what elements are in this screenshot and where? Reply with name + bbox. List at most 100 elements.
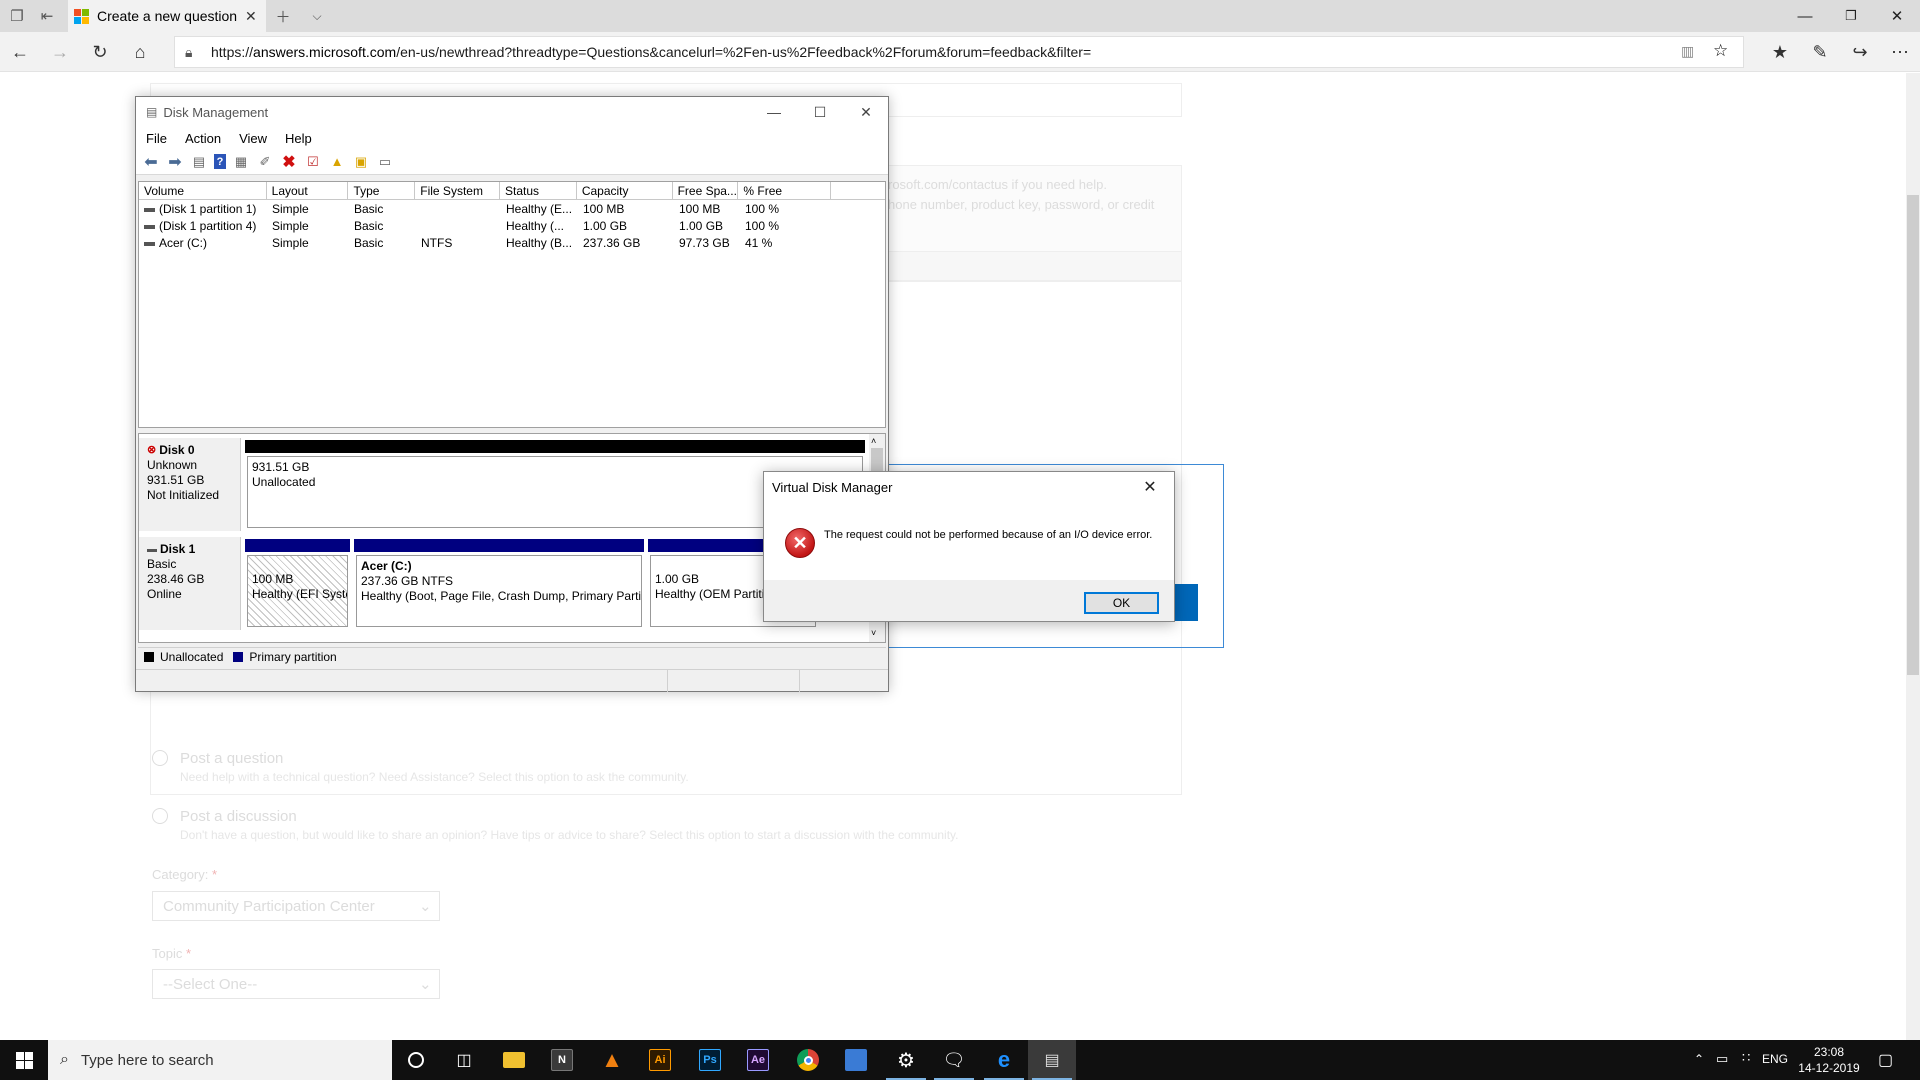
cortana-icon[interactable]: [392, 1040, 440, 1080]
folder-search-icon[interactable]: ▣: [352, 153, 370, 171]
properties-icon[interactable]: ▦: [232, 153, 250, 171]
scroll-up-icon[interactable]: ˄: [871, 436, 876, 446]
feedback-hub-icon[interactable]: 🗨︎: [930, 1040, 978, 1080]
volume-capacity: 237.36 GB: [583, 236, 641, 250]
post-question-desc: Need help with a technical question? Nee…: [180, 770, 689, 784]
disk0-label[interactable]: ⊗ Disk 0 Unknown 931.51 GB Not Initialize…: [139, 438, 241, 531]
col-status[interactable]: Status: [500, 182, 577, 200]
disk1-efi-partition[interactable]: 100 MB Healthy (EFI Syste: [247, 555, 348, 627]
disk0-name: Disk 0: [159, 443, 195, 457]
start-button[interactable]: [0, 1040, 48, 1080]
clock-date: 14-12-2019: [1798, 1061, 1860, 1075]
disk1-c-partition[interactable]: Acer (C:) 237.36 GB NTFS Healthy (Boot, …: [356, 555, 642, 627]
table-row[interactable]: Acer (C:) Simple Basic NTFS Healthy (B..…: [139, 235, 885, 252]
show-hidden-icons[interactable]: ⌃: [1694, 1052, 1704, 1066]
edge-icon[interactable]: e: [980, 1040, 1028, 1080]
menu-action[interactable]: Action: [185, 131, 221, 146]
browser-tab-bar: ❐ ⇤ Create a new question c ✕ ＋ ⌵ — ❐ ✕: [0, 0, 1920, 32]
minimize-icon[interactable]: —: [751, 97, 797, 127]
menu-help[interactable]: Help: [285, 131, 312, 146]
console-tree-icon[interactable]: ▤: [190, 153, 208, 171]
maximize-icon[interactable]: ☐: [797, 97, 843, 127]
dm-menu-bar: File Action View Help: [136, 127, 888, 149]
error-icon: ✕: [785, 528, 815, 558]
col-free-space[interactable]: Free Spa...: [673, 182, 739, 200]
new-tab-icon[interactable]: ＋: [266, 0, 300, 32]
taskbar-search[interactable]: ⌕ Type here to search: [48, 1040, 392, 1080]
table-row[interactable]: (Disk 1 partition 4) Simple Basic Health…: [139, 218, 885, 235]
clock[interactable]: 23:08 14-12-2019: [1794, 1044, 1864, 1076]
wifi-icon[interactable]: ∷: [1742, 1050, 1750, 1066]
pen-icon[interactable]: ✎: [1800, 32, 1840, 72]
tab-preview-icon[interactable]: ❐: [0, 0, 34, 32]
ok-button[interactable]: OK: [1084, 592, 1159, 614]
col-file-system[interactable]: File System: [415, 182, 501, 200]
category-select[interactable]: Community Participation Center ⌄: [152, 891, 440, 921]
reading-view-icon[interactable]: ▥: [1681, 43, 1694, 60]
chrome-icon[interactable]: [784, 1040, 832, 1080]
more-icon[interactable]: ⋯: [1880, 32, 1920, 72]
set-aside-tabs-icon[interactable]: ⇤: [30, 0, 64, 32]
volume-pct: 100 %: [745, 202, 780, 216]
favorites-hub-icon[interactable]: ★: [1760, 32, 1800, 72]
disk-management-icon[interactable]: ▤: [1028, 1040, 1076, 1080]
refresh-icon[interactable]: ↻: [80, 32, 120, 72]
drive-icon: [144, 241, 155, 246]
page-scrollbar-thumb[interactable]: [1907, 195, 1919, 675]
settings-icon[interactable]: ⚙: [882, 1040, 930, 1080]
disk0-unallocated-bar: [245, 440, 865, 453]
connect-icon[interactable]: ✐: [256, 153, 274, 171]
share-icon[interactable]: ↪: [1840, 32, 1880, 72]
back-arrow-icon[interactable]: ⬅: [142, 153, 160, 171]
settings-panel-icon[interactable]: ▭: [376, 153, 394, 171]
col-volume[interactable]: Volume: [139, 182, 267, 200]
photos-icon[interactable]: [832, 1040, 880, 1080]
col-pct-free[interactable]: % Free: [738, 182, 832, 200]
volume-free: 1.00 GB: [679, 219, 724, 233]
illustrator-icon[interactable]: Ai: [636, 1040, 684, 1080]
photoshop-icon[interactable]: Ps: [686, 1040, 734, 1080]
close-icon[interactable]: ✕: [843, 97, 889, 127]
disk1-kind: Basic: [147, 557, 177, 571]
table-row[interactable]: (Disk 1 partition 1) Simple Basic Health…: [139, 201, 885, 218]
menu-file[interactable]: File: [146, 131, 167, 146]
close-icon[interactable]: ✕: [1128, 472, 1172, 502]
notepad-icon[interactable]: N: [538, 1040, 586, 1080]
after-effects-icon[interactable]: Ae: [734, 1040, 782, 1080]
page-modal-button[interactable]: [1174, 584, 1198, 621]
menu-view[interactable]: View: [239, 131, 267, 146]
col-type[interactable]: Type: [348, 182, 416, 200]
delete-icon[interactable]: ✖: [280, 153, 298, 171]
disk0-size: 931.51 GB: [147, 473, 205, 487]
forward-arrow-icon[interactable]: ➡: [166, 153, 184, 171]
post-question-radio[interactable]: [152, 750, 168, 766]
close-window-icon[interactable]: ✕: [1874, 0, 1920, 32]
minimize-icon[interactable]: —: [1782, 0, 1828, 32]
disk1-label[interactable]: ▬ Disk 1 Basic 238.46 GB Online: [139, 537, 241, 630]
task-view-icon[interactable]: ◫: [440, 1040, 488, 1080]
home-icon[interactable]: ⌂: [120, 32, 160, 72]
forward-icon[interactable]: →: [40, 32, 80, 72]
topic-value: --Select One--: [163, 976, 258, 993]
post-discussion-radio[interactable]: [152, 808, 168, 824]
language-indicator[interactable]: ENG: [1762, 1052, 1788, 1066]
vlc-icon[interactable]: ▲: [588, 1040, 636, 1080]
col-layout[interactable]: Layout: [267, 182, 349, 200]
col-capacity[interactable]: Capacity: [577, 182, 673, 200]
action-center-icon[interactable]: ▢: [1878, 1050, 1893, 1070]
help-icon[interactable]: ?: [214, 154, 226, 169]
checklist-icon[interactable]: ☑: [304, 153, 322, 171]
vdm-title-bar[interactable]: Virtual Disk Manager: [764, 472, 1174, 502]
back-icon[interactable]: ←: [0, 32, 40, 72]
address-bar[interactable]: 🔒︎ https://answers.microsoft.com/en-us/n…: [174, 36, 1744, 68]
chevron-down-icon[interactable]: ⌵: [300, 0, 334, 32]
folder-up-icon[interactable]: ▲: [328, 153, 346, 171]
file-explorer-icon[interactable]: [490, 1040, 538, 1080]
close-tab-icon[interactable]: ✕: [245, 8, 257, 25]
restore-icon[interactable]: ❐: [1828, 0, 1874, 32]
browser-tab[interactable]: Create a new question c ✕: [68, 0, 266, 32]
favorite-star-icon[interactable]: ☆: [1713, 41, 1728, 61]
battery-icon[interactable]: ▭: [1716, 1051, 1728, 1067]
topic-select[interactable]: --Select One-- ⌄: [152, 969, 440, 999]
scroll-down-icon[interactable]: ˅: [871, 628, 876, 638]
